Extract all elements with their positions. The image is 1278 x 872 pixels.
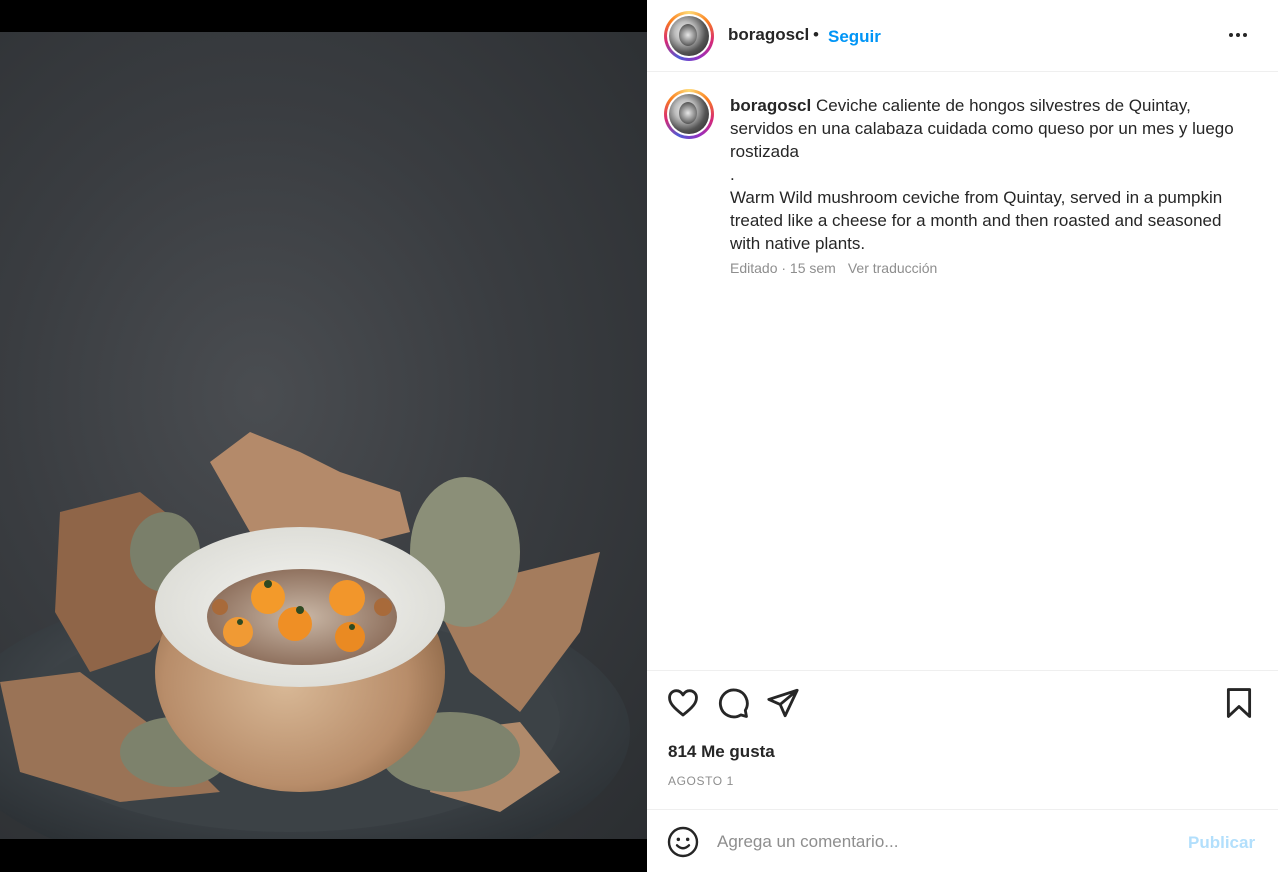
caption-english: Warm Wild mushroom ceviche from Quintay,… xyxy=(730,188,1223,253)
more-dots-icon[interactable] xyxy=(1225,22,1251,48)
paper-plane-icon[interactable] xyxy=(766,686,800,720)
post-media xyxy=(0,0,647,872)
caption-separator: . xyxy=(730,165,735,184)
post-panel: boragoscl • Seguir boragoscl Ceviche cal… xyxy=(647,0,1278,872)
comment-bar: Publicar xyxy=(647,810,1278,872)
food-photo-illustration xyxy=(0,432,630,839)
translate-link[interactable]: Ver traducción xyxy=(848,260,938,276)
separator-dot: • xyxy=(813,25,819,44)
divider xyxy=(647,670,1278,671)
header-username[interactable]: boragoscl xyxy=(728,25,809,45)
post-date[interactable]: AGOSTO 1 xyxy=(668,774,734,788)
caption-avatar[interactable] xyxy=(664,89,714,139)
likes-count[interactable]: 814 Me gusta xyxy=(668,742,775,762)
heart-icon[interactable] xyxy=(666,686,700,720)
emoji-icon[interactable] xyxy=(667,826,699,858)
post-header: boragoscl • Seguir xyxy=(647,0,1278,72)
comment-input[interactable] xyxy=(717,828,1157,856)
action-bar xyxy=(647,686,1278,722)
caption-text: boragoscl Ceviche caliente de hongos sil… xyxy=(730,94,1250,255)
avatar[interactable] xyxy=(664,11,714,61)
comment-icon[interactable] xyxy=(716,686,750,720)
edited-time: Editado · 15 sem xyxy=(730,260,836,276)
bookmark-icon[interactable] xyxy=(1222,686,1256,720)
post-photo[interactable] xyxy=(0,32,647,839)
follow-button[interactable]: Seguir xyxy=(828,27,881,47)
caption-username[interactable]: boragoscl xyxy=(730,96,811,115)
caption-meta: Editado · 15 sem Ver traducción xyxy=(730,260,937,276)
publish-button[interactable]: Publicar xyxy=(1188,833,1255,853)
